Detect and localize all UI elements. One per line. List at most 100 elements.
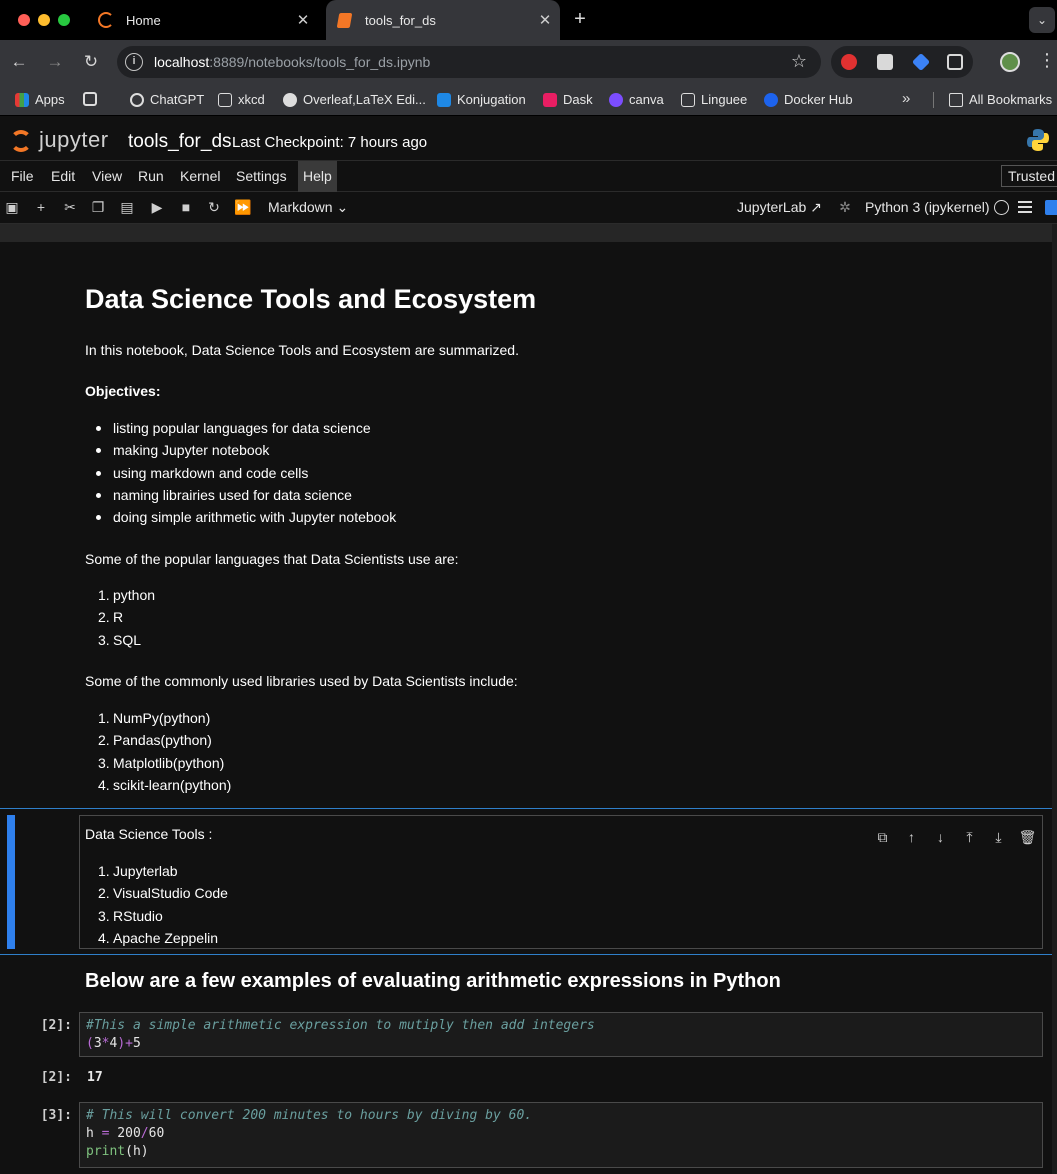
tab-home[interactable]: Home ✕: [86, 0, 318, 40]
close-window-button[interactable]: [18, 14, 30, 26]
code-line: (3*4)+5: [86, 1036, 141, 1051]
output-prompt: [2]:: [40, 1070, 72, 1085]
move-up-icon[interactable]: ↑: [897, 829, 926, 846]
python-logo-icon: [1027, 129, 1049, 151]
linguee-icon: [681, 92, 695, 107]
selected-markdown-cell[interactable]: Data Science Tools : 1. Jupyterlab 2. Visu…: [0, 808, 1052, 955]
cut-icon[interactable]: ✂: [61, 198, 79, 216]
list-item: 1. python: [98, 587, 156, 603]
markdown-cell-editor[interactable]: Data Science Tools : 1. Jupyterlab 2. Visu…: [79, 815, 1043, 949]
bookmark-dask[interactable]: Dask: [543, 92, 593, 107]
list-item: listing popular languages for data scien…: [95, 418, 396, 440]
menu-kernel[interactable]: Kernel: [175, 161, 225, 192]
list-item: 4. scikit-learn(python): [98, 776, 232, 793]
kernel-name[interactable]: Python 3 (ipykernel): [865, 199, 990, 215]
trusted-indicator[interactable]: Trusted: [1001, 165, 1057, 187]
puzzle-extensions-icon[interactable]: [947, 54, 963, 70]
cell-collapser[interactable]: [7, 815, 15, 949]
dask-icon: [543, 92, 557, 107]
apps-grid-icon: [15, 92, 29, 107]
cell-type-select[interactable]: Markdown ⌄: [268, 199, 348, 216]
list-item: 2. R: [98, 609, 124, 626]
move-down-icon[interactable]: ↓: [926, 829, 955, 846]
menu-file[interactable]: File: [6, 161, 39, 192]
code-cell-editor[interactable]: # This will convert 200 minutes to hours…: [79, 1102, 1043, 1168]
adblock-extension-icon[interactable]: [841, 54, 857, 70]
copy-icon[interactable]: ❐: [89, 198, 107, 216]
run-all-icon[interactable]: ⏩: [234, 198, 252, 216]
bookmarks-separator: [933, 92, 934, 108]
document-extension-icon[interactable]: [877, 54, 893, 70]
stop-icon[interactable]: ■: [177, 198, 195, 216]
reload-icon[interactable]: ↻: [81, 52, 101, 72]
site-info-icon[interactable]: i: [125, 53, 143, 71]
overleaf-icon: [283, 92, 297, 107]
libraries-list: 1. NumPy(python) 2. Pandas(python) 3. Matpl…: [98, 708, 231, 797]
minimize-window-button[interactable]: [38, 14, 50, 26]
list-item: 1. Jupyterlab: [98, 863, 178, 879]
menu-lines-icon[interactable]: [1018, 201, 1032, 213]
chevron-down-icon[interactable]: ⌄: [1029, 7, 1055, 33]
notebook-panel[interactable]: Data Science Tools and Ecosystem In this…: [0, 224, 1057, 1174]
url-text[interactable]: localhost:8889/notebooks/tools_for_ds.ip…: [154, 54, 430, 70]
bookmark-overleaf[interactable]: Overleaf,LaTeX Edi...: [283, 92, 426, 107]
bookmark-all-bookmarks[interactable]: All Bookmarks: [949, 92, 1052, 107]
diamond-extension-icon[interactable]: [911, 52, 931, 72]
add-cell-icon[interactable]: +: [32, 198, 50, 216]
menu-run[interactable]: Run: [133, 161, 169, 192]
back-arrow-icon[interactable]: ←: [9, 52, 29, 72]
bookmark-chatgpt[interactable]: ChatGPT: [130, 92, 204, 107]
bookmark-grid[interactable]: [83, 92, 103, 106]
menu-settings[interactable]: Settings: [231, 161, 292, 192]
close-icon[interactable]: ✕: [530, 11, 560, 29]
property-inspector-icon[interactable]: [1045, 200, 1057, 215]
menu-view[interactable]: View: [87, 161, 127, 192]
notebook-toolbar: ▣ + ✂ ❐ ▤ ▶ ■ ↻ ⏩ Markdown ⌄ JupyterLab …: [0, 192, 1057, 224]
tools-intro: Data Science Tools :: [85, 826, 213, 842]
forward-arrow-icon[interactable]: →: [45, 52, 65, 72]
browser-tab-strip: Home ✕ tools_for_ds ✕ + ⌄: [0, 0, 1057, 40]
browser-menu-icon[interactable]: ⋮: [1038, 50, 1056, 71]
menu-edit[interactable]: Edit: [46, 161, 80, 192]
jupyter-logo-icon[interactable]: [10, 130, 32, 152]
address-bar[interactable]: i localhost:8889/notebooks/tools_for_ds.…: [117, 46, 821, 78]
konjugation-icon: [437, 92, 451, 107]
more-bookmarks-icon[interactable]: »: [902, 90, 910, 107]
new-tab-icon[interactable]: +: [570, 8, 590, 31]
list-item: 3. RStudio: [98, 907, 163, 924]
bookmark-apps[interactable]: Apps: [15, 92, 65, 107]
paste-icon[interactable]: ▤: [118, 198, 136, 216]
bookmark-star-icon[interactable]: ☆: [791, 51, 807, 72]
browser-navbar: ← → ↻ i localhost:8889/notebooks/tools_f…: [0, 40, 1057, 84]
code-cell-editor[interactable]: #This a simple arithmetic expression to …: [79, 1012, 1043, 1057]
notebook-scrollbar[interactable]: [1052, 224, 1057, 1174]
libraries-intro: Some of the commonly used libraries used…: [85, 673, 518, 689]
run-icon[interactable]: ▶: [148, 198, 166, 216]
code-comment: # This will convert 200 minutes to hours…: [86, 1108, 533, 1123]
bookmark-xkcd[interactable]: xkcd: [218, 92, 265, 107]
save-icon[interactable]: ▣: [3, 198, 21, 216]
bookmark-docker-hub[interactable]: Docker Hub: [764, 92, 853, 107]
restart-icon[interactable]: ↻: [205, 198, 223, 216]
code-line: print(h): [86, 1144, 149, 1159]
profile-avatar[interactable]: [1000, 52, 1020, 72]
list-item: 4. Apache Zeppelin: [98, 929, 219, 946]
notebook-title[interactable]: tools_for_ds: [128, 131, 232, 153]
objectives-label: Objectives:: [85, 383, 161, 399]
maximize-window-button[interactable]: [58, 14, 70, 26]
bookmark-konjugation[interactable]: Konjugation: [437, 92, 526, 107]
debugger-icon[interactable]: ✲: [836, 198, 854, 216]
menu-help[interactable]: Help: [298, 161, 337, 192]
duplicate-cell-icon[interactable]: ⧉: [868, 829, 897, 846]
insert-above-icon[interactable]: ⤒: [955, 829, 984, 846]
delete-cell-icon[interactable]: 🗑: [1013, 829, 1042, 846]
canva-icon: [609, 92, 623, 107]
bookmark-linguee[interactable]: Linguee: [681, 92, 747, 107]
close-icon[interactable]: ✕: [288, 11, 318, 29]
jupyter-logo-text[interactable]: jupyter: [39, 127, 109, 153]
extensions-area: [831, 46, 973, 78]
jupyterlab-link[interactable]: JupyterLab ↗: [737, 199, 822, 216]
bookmark-canva[interactable]: canva: [609, 92, 664, 107]
tab-tools-for-ds[interactable]: tools_for_ds ✕: [326, 0, 560, 40]
insert-below-icon[interactable]: ⤓: [984, 829, 1013, 846]
